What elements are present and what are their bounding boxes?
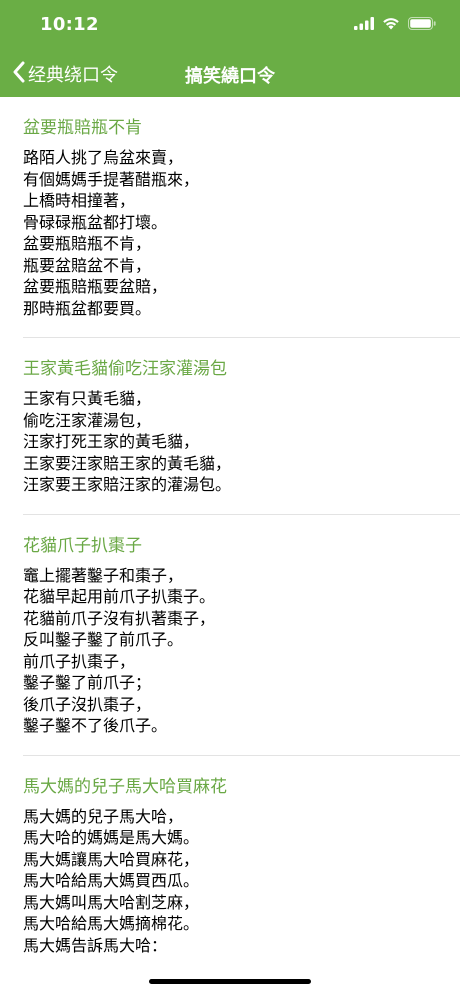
- item-text: 路陌人挑了烏盆來賣， 有個媽媽手提著醋瓶來， 上橋時相撞著， 骨碌碌瓶盆都打壞。…: [23, 148, 200, 318]
- header-bar: 10:12 经典绕口令 搞笑繞口令: [0, 0, 460, 97]
- navigation-bar: 经典绕口令 搞笑繞口令: [0, 50, 460, 97]
- battery-icon: [408, 15, 436, 34]
- signal-icon: [354, 15, 374, 34]
- item-title: 花貓爪子扒棗子: [23, 535, 142, 556]
- wifi-icon: [382, 15, 400, 34]
- status-bar: 10:12: [0, 0, 460, 50]
- item-title: 王家黃毛貓偷吃汪家灌湯包: [23, 359, 227, 379]
- item-text: 馬大媽的兒子馬大哈， 馬大哈的媽媽是馬大媽。 馬大媽讓馬大哈買麻花， 馬大哈給馬…: [23, 806, 200, 955]
- status-time: 10:12: [40, 14, 99, 35]
- item-title: 盆要瓶賠瓶不肯: [23, 118, 142, 138]
- list-item[interactable]: 馬大媽的兒子馬大哈買麻花 馬大媽的兒子馬大哈， 馬大哈的媽媽是馬大媽。 馬大媽讓…: [23, 756, 460, 958]
- item-text: 王家有只黃毛貓， 偷吃汪家灌湯包， 汪家打死王家的黃毛貓， 王家要汪家賠王家的黃…: [23, 389, 232, 494]
- status-icons: [354, 15, 436, 34]
- item-title: 馬大媽的兒子馬大哈買麻花: [23, 776, 227, 797]
- page-title: 搞笑繞口令: [185, 66, 275, 87]
- list-item[interactable]: 盆要瓶賠瓶不肯 路陌人挑了烏盆來賣， 有個媽媽手提著醋瓶來， 上橋時相撞著， 骨…: [23, 97, 460, 338]
- list-item[interactable]: 花貓爪子扒棗子 竈上擺著鑿子和棗子， 花貓早起用前爪子扒棗子。 花貓前爪子沒有扒…: [23, 515, 460, 756]
- item-text: 竈上擺著鑿子和棗子， 花貓早起用前爪子扒棗子。 花貓前爪子沒有扒著棗子， 反叫鑿…: [23, 565, 216, 736]
- home-indicator[interactable]: [149, 979, 311, 984]
- list-item[interactable]: 王家黃毛貓偷吃汪家灌湯包 王家有只黃毛貓， 偷吃汪家灌湯包， 汪家打死王家的黃毛…: [23, 338, 460, 515]
- tongue-twister-list[interactable]: 盆要瓶賠瓶不肯 路陌人挑了烏盆來賣， 有個媽媽手提著醋瓶來， 上橋時相撞著， 骨…: [0, 97, 460, 957]
